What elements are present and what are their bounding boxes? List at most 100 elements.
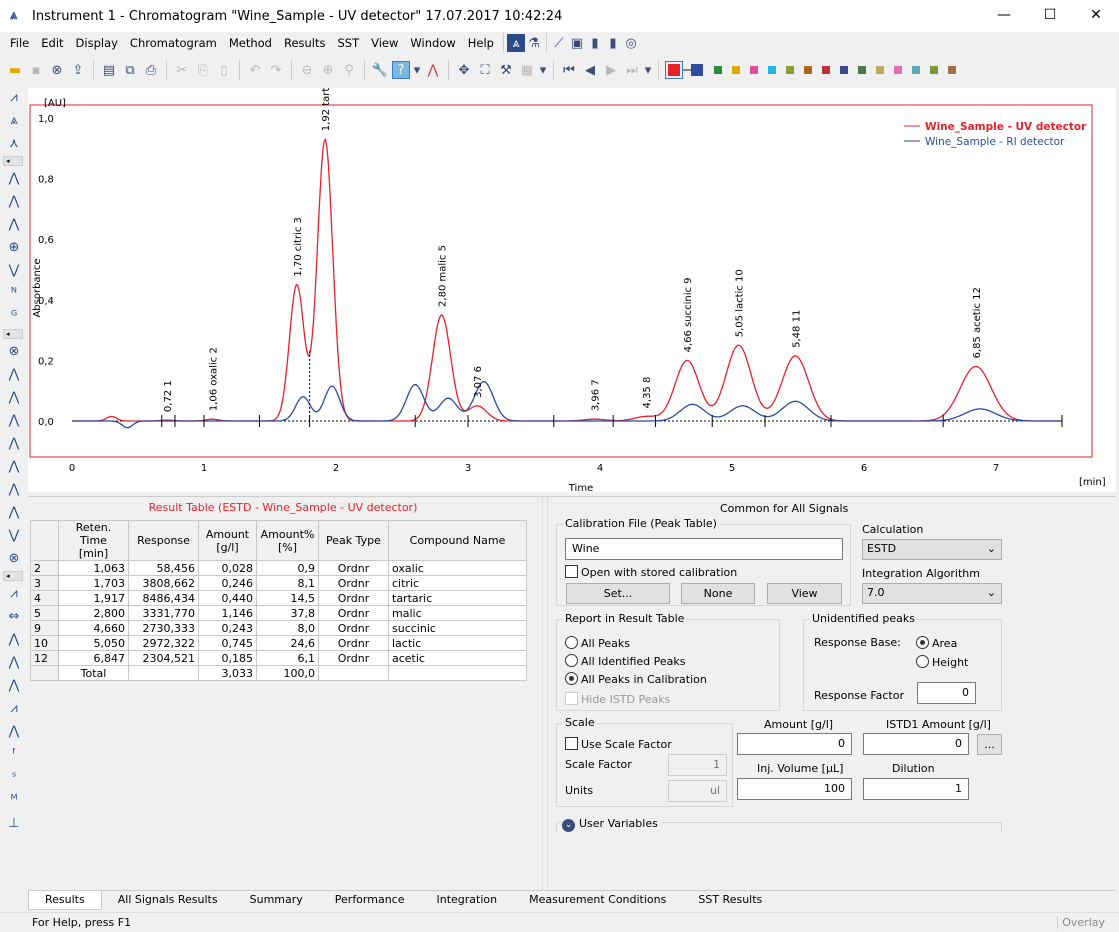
collapse-handle[interactable]: ◂ (3, 329, 23, 339)
table-row[interactable]: 5 2,800 3331,770 1,146 37,8 Ordnr malic (30, 605, 527, 621)
color-swatch[interactable] (786, 66, 794, 74)
all-peaks-radio[interactable]: All Peaks (565, 636, 630, 650)
tool-icon[interactable]: ⊥ (3, 812, 25, 835)
calibration-icon[interactable]: ⟋ (550, 34, 568, 52)
color-swatch[interactable] (858, 66, 866, 74)
method-icon[interactable]: ⩓ (506, 34, 525, 52)
tool-icon[interactable]: ⋀ (3, 190, 25, 213)
tool-icon[interactable]: ⋀ (3, 720, 25, 743)
calibration-file-input[interactable]: Wine (565, 538, 843, 560)
menu-results[interactable]: Results (278, 36, 332, 50)
zoom-out-icon[interactable]: ⊖ (298, 61, 316, 79)
tab-sst-results[interactable]: SST Results (682, 891, 778, 910)
tool-icon[interactable]: ⋀ (3, 167, 25, 190)
sequence-icon[interactable]: ▮ (586, 34, 604, 52)
collapse-handle[interactable]: ◂ (3, 156, 23, 166)
tab-summary[interactable]: Summary (234, 891, 319, 910)
menu-help[interactable]: Help (462, 36, 500, 50)
color-swatch[interactable] (691, 64, 703, 76)
cut-icon[interactable]: ✂ (173, 61, 191, 79)
peak-icon[interactable]: ⋀ (424, 61, 442, 79)
menu-sst[interactable]: SST (332, 36, 366, 50)
column-header[interactable]: Response (128, 520, 199, 561)
color-swatch[interactable] (822, 66, 830, 74)
table-row[interactable]: 12 6,847 2304,521 0,185 6,1 Ordnr acetic (30, 650, 527, 666)
maximize-button[interactable]: ☐ (1027, 0, 1073, 30)
move-icon[interactable]: ✥ (455, 61, 473, 79)
zoom-in-icon[interactable]: ⚲ (340, 61, 358, 79)
color-swatch[interactable] (840, 66, 848, 74)
close-file-icon[interactable]: ⊗ (48, 61, 66, 79)
hide-istd-checkbox[interactable]: Hide ISTD Peaks (565, 692, 670, 706)
units-input[interactable]: ul (668, 780, 727, 802)
tool-icon[interactable]: ⋀ (3, 213, 25, 236)
print-preview-icon[interactable]: ⧉ (121, 61, 139, 79)
scale-factor-input[interactable]: 1 (668, 754, 727, 776)
color-swatch[interactable] (732, 66, 740, 74)
dropdown-icon[interactable]: ▾ (644, 61, 652, 79)
tool-icon[interactable]: ⋏ (3, 132, 25, 155)
table-row[interactable]: 4 1,917 8486,434 0,440 14,5 Ordnr tartaric (30, 590, 527, 606)
tab-integration[interactable]: Integration (421, 891, 514, 910)
tool-icon[interactable]: ⊕ (3, 236, 25, 259)
column-header[interactable]: Reten. Time [min] (58, 520, 129, 561)
color-swatch[interactable] (948, 66, 956, 74)
color-swatch[interactable] (768, 66, 776, 74)
copy-icon[interactable]: ⎘ (194, 61, 212, 79)
tool-icon[interactable]: ⋀ (3, 651, 25, 674)
tool-icon[interactable]: ᴳ (3, 305, 25, 328)
column-header[interactable]: Amount% [%] (256, 520, 319, 561)
tool-icon[interactable]: ᴹ (3, 789, 25, 812)
calculator-icon[interactable]: ▦ (518, 61, 536, 79)
response-factor-input[interactable]: 0 (917, 682, 976, 704)
color-swatch[interactable] (804, 66, 812, 74)
print-icon[interactable]: ⎙ (142, 61, 160, 79)
tool-icon[interactable]: ⊗ (3, 547, 25, 570)
last-icon[interactable]: ⏭ (623, 61, 641, 79)
previous-icon[interactable]: ◀ (581, 61, 599, 79)
tool-icon[interactable]: ⩓ (3, 109, 25, 132)
help-mode-icon[interactable]: ? (392, 61, 410, 79)
tool-icon[interactable]: ˢ (3, 766, 25, 789)
user-variables-expander[interactable]: ⌄ User Variables (562, 817, 661, 832)
menu-display[interactable]: Display (70, 36, 124, 50)
amount-input[interactable]: 0 (737, 733, 852, 755)
tool-icon[interactable]: ⋀ (3, 628, 25, 651)
table-row[interactable]: 3 1,703 3808,662 0,246 8,1 Ordnr citric (30, 575, 527, 591)
inj-volume-input[interactable]: 100 (737, 778, 852, 800)
menu-window[interactable]: Window (404, 36, 461, 50)
use-scale-checkbox[interactable]: Use Scale Factor (565, 737, 672, 751)
menu-method[interactable]: Method (223, 36, 278, 50)
column-header[interactable]: Peak Type (318, 520, 389, 561)
color-swatch[interactable] (930, 66, 938, 74)
report-icon[interactable]: ▤ (100, 61, 118, 79)
tool-icon[interactable]: ⩘ (3, 697, 25, 720)
dilution-input[interactable]: 1 (863, 778, 969, 800)
color-swatch[interactable] (894, 66, 902, 74)
wrench-icon[interactable]: 🔧 (371, 61, 389, 79)
menu-view[interactable]: View (365, 36, 404, 50)
paste-icon[interactable]: ▯ (215, 61, 233, 79)
chromatogram-icon[interactable]: ▣ (568, 34, 586, 52)
undo-icon[interactable]: ↶ (246, 61, 264, 79)
table-row[interactable]: 10 5,050 2972,322 0,745 24,6 Ordnr lactic (30, 635, 527, 651)
splitter[interactable] (542, 497, 548, 891)
tool-icon[interactable]: ⋀ (3, 432, 25, 455)
tool-icon[interactable]: ⋀ (3, 363, 25, 386)
color-swatch[interactable] (750, 66, 758, 74)
fit-icon[interactable]: ⛶ (476, 61, 494, 79)
menu-file[interactable]: File (4, 36, 35, 50)
tool-icon[interactable]: ⋀ (3, 455, 25, 478)
redo-icon[interactable]: ↷ (267, 61, 285, 79)
instrument-icon[interactable]: ⚗ (525, 34, 543, 52)
menu-chromatogram[interactable]: Chromatogram (124, 36, 223, 50)
view-button[interactable]: View (767, 583, 842, 604)
color-swatch[interactable] (912, 66, 920, 74)
first-icon[interactable]: ⏮ (560, 61, 578, 79)
tool-icon[interactable]: ᴺ (3, 282, 25, 305)
tool-icon[interactable]: ⋀ (3, 478, 25, 501)
column-header[interactable]: Compound Name (388, 520, 527, 561)
height-radio[interactable]: Height (916, 655, 968, 669)
zoom-icon[interactable]: ⊕ (319, 61, 337, 79)
collapse-handle[interactable]: ◂ (3, 571, 23, 581)
